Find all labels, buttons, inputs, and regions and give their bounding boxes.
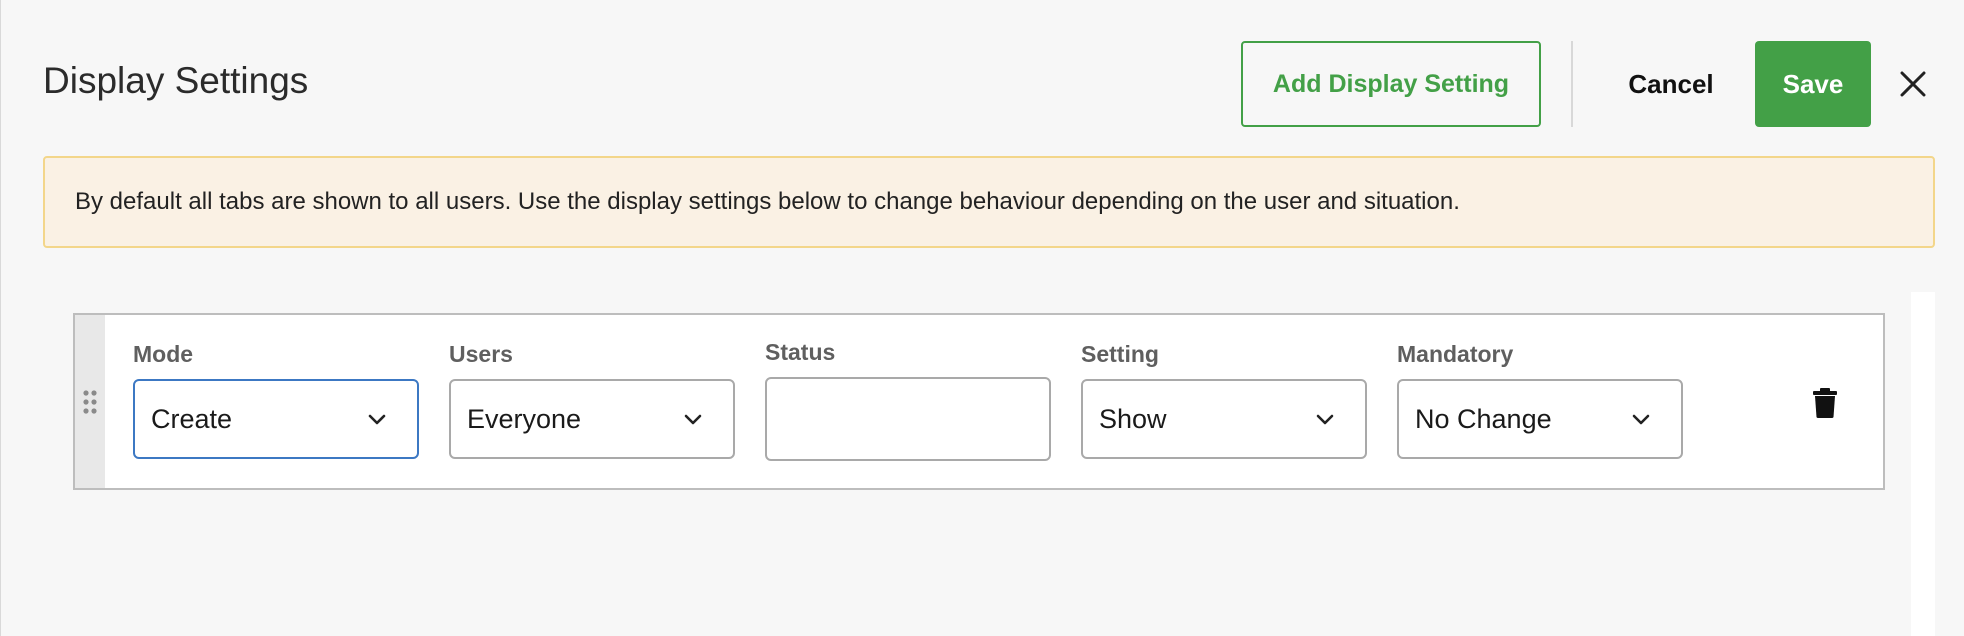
mandatory-select[interactable]: No Change	[1397, 379, 1683, 459]
close-icon	[1900, 71, 1926, 97]
setting-select[interactable]: Show	[1081, 379, 1367, 459]
mandatory-label: Mandatory	[1397, 341, 1514, 367]
info-notice: By default all tabs are shown to all use…	[43, 156, 1935, 248]
setting-label: Setting	[1081, 341, 1159, 367]
cancel-button[interactable]: Cancel	[1601, 41, 1741, 127]
setting-value: Show	[1099, 403, 1167, 434]
header-divider	[1571, 41, 1573, 127]
display-settings-panel: Display Settings Add Display Setting Can…	[0, 0, 1964, 636]
mode-label: Mode	[133, 341, 194, 367]
display-setting-row: Mode Create Users Everyone Status Settin…	[73, 313, 1885, 490]
notice-text: By default all tabs are shown to all use…	[75, 188, 1460, 215]
page-title: Display Settings	[43, 60, 309, 101]
save-button[interactable]: Save	[1755, 41, 1871, 127]
users-label: Users	[449, 341, 513, 367]
add-display-setting-button[interactable]: Add Display Setting	[1241, 41, 1541, 127]
drag-handle-icon	[83, 389, 97, 414]
delete-row-button[interactable]	[1811, 387, 1839, 419]
scrollbar[interactable]	[1911, 292, 1935, 636]
trash-icon	[1813, 388, 1837, 418]
chevron-down-icon	[1632, 414, 1650, 425]
mode-select[interactable]: Create	[133, 379, 419, 459]
users-select[interactable]: Everyone	[449, 379, 735, 459]
mode-value: Create	[151, 403, 233, 434]
mandatory-value: No Change	[1415, 403, 1552, 434]
chevron-down-icon	[1316, 414, 1334, 425]
users-value: Everyone	[467, 403, 582, 434]
status-label: Status	[765, 339, 836, 365]
chevron-down-icon	[368, 414, 386, 425]
drag-handle[interactable]	[75, 315, 105, 488]
close-button[interactable]	[1893, 64, 1933, 104]
chevron-down-icon	[684, 414, 702, 425]
status-input[interactable]	[765, 377, 1051, 461]
